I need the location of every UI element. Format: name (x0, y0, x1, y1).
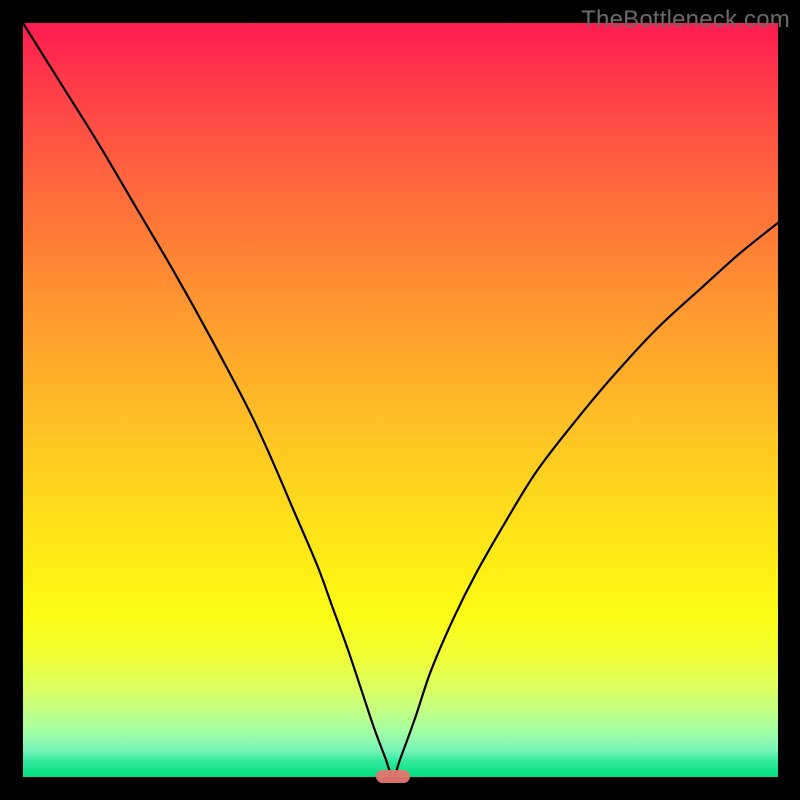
optimal-marker (376, 770, 409, 783)
chart-frame: TheBottleneck.com (0, 0, 800, 800)
watermark-text: TheBottleneck.com (581, 6, 790, 34)
bottleneck-curve (23, 23, 778, 777)
bottleneck-curve-layer (23, 23, 778, 777)
